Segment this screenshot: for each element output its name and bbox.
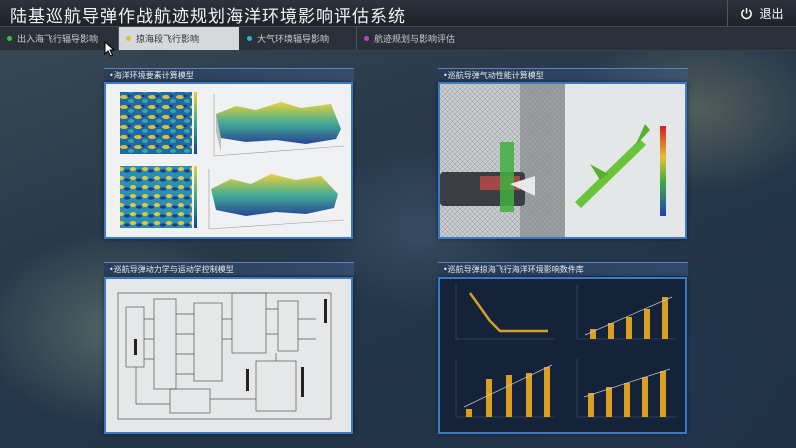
simulink-diagram: [117, 292, 332, 420]
logout-label: 退出: [759, 6, 784, 21]
impact-charts-figure: [455, 285, 676, 418]
tab-sea-skimming[interactable]: 掠海段飞行影响: [119, 27, 239, 50]
title-bar: 陆基巡航导弹作战航迹规划海洋环境影响评估系统 退出: [0, 0, 796, 27]
panel-dynamics-header: •巡航导弹动力学与运动学控制模型: [104, 262, 354, 276]
tab-label: 航迹规划与影响评估: [374, 35, 456, 45]
tab-dot-green: [7, 36, 12, 41]
tab-atmosphere[interactable]: 大气环境辐导影响: [240, 27, 357, 50]
panel-aero-header: •巡航导弹气动性能计算模型: [438, 68, 688, 82]
ocean-model-figure: [120, 92, 345, 230]
app-title: 陆基巡航导弹作战航迹规划海洋环境影响评估系统: [10, 7, 406, 27]
tab-bar: 出入海飞行辐导影响 掠海段飞行影响 大气环境辐导影响 航迹规划与影响评估: [0, 27, 796, 51]
panel-ocean-image: [104, 82, 353, 239]
panel-charts-image: [438, 277, 687, 434]
tab-dot-yellow: [126, 36, 131, 41]
tab-dot-magenta: [364, 36, 369, 41]
panel-dynamics-image: [104, 277, 353, 434]
power-icon: [741, 7, 753, 19]
tab-label: 出入海飞行辐导影响: [17, 35, 99, 45]
tab-route-planning[interactable]: 航迹规划与影响评估: [357, 27, 485, 50]
logout-button[interactable]: 退出: [727, 0, 796, 26]
tab-label: 大气环境辐导影响: [257, 35, 330, 45]
panel-ocean-header: •海洋环境要素计算模型: [104, 68, 354, 82]
tab-dot-cyan: [247, 36, 252, 41]
mouse-cursor-icon: [104, 41, 116, 57]
aero-model-figure: [440, 84, 685, 237]
panel-charts-title: •巡航导弹掠海飞行海洋环境影响数件库: [443, 265, 584, 274]
panel-ocean-title: •海洋环境要素计算模型: [109, 71, 194, 80]
panel-charts-header: •巡航导弹掠海飞行海洋环境影响数件库: [438, 262, 688, 276]
tab-sea-entry[interactable]: 出入海飞行辐导影响: [0, 27, 119, 50]
panel-dynamics-title: •巡航导弹动力学与运动学控制模型: [109, 265, 234, 274]
panel-aero-image: [438, 82, 687, 239]
tab-label: 掠海段飞行影响: [136, 35, 200, 45]
panel-aero-title: •巡航导弹气动性能计算模型: [443, 71, 544, 80]
